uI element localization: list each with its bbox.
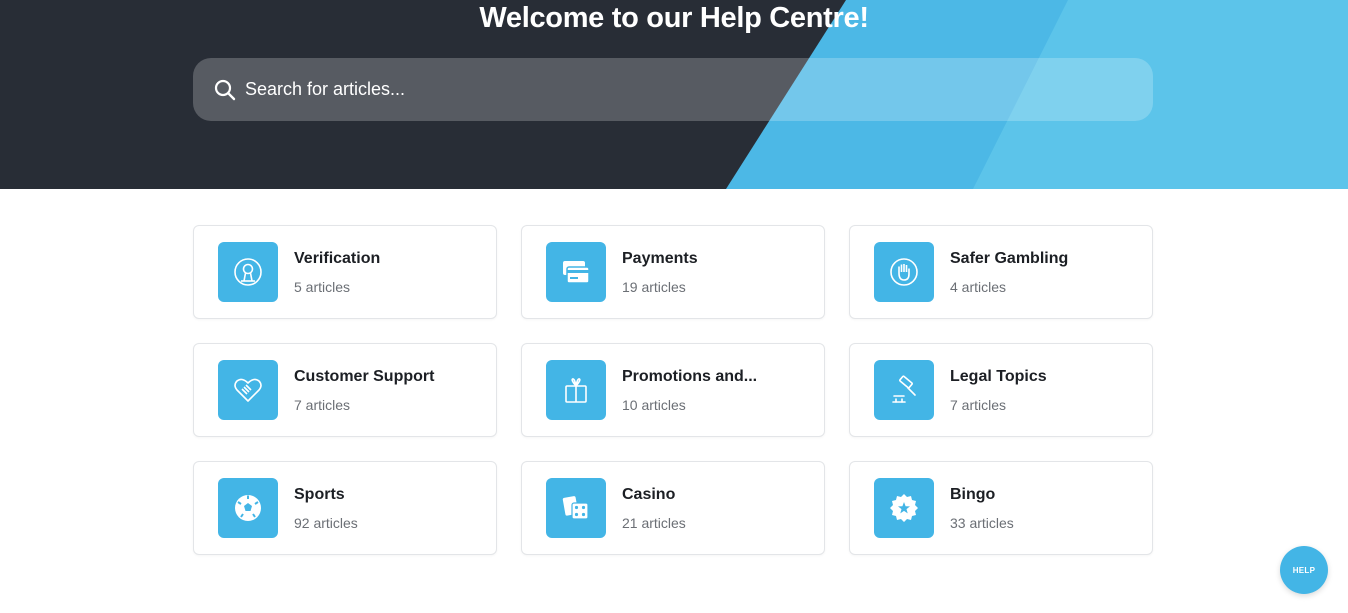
stop-hand-icon xyxy=(874,242,934,302)
category-card-sports[interactable]: Sports 92 articles xyxy=(193,461,497,555)
gavel-icon xyxy=(874,360,934,420)
category-card-promotions[interactable]: Promotions and... 10 articles xyxy=(521,343,825,437)
category-card-customer-support[interactable]: Customer Support 7 articles xyxy=(193,343,497,437)
gift-icon xyxy=(546,360,606,420)
category-grid: Verification 5 articles Payments 19 arti… xyxy=(193,225,1153,555)
article-count: 5 articles xyxy=(294,278,351,295)
search-icon xyxy=(213,78,237,102)
handshake-heart-icon xyxy=(218,360,278,420)
category-title: Safer Gambling xyxy=(950,249,1069,267)
category-card-safer-gambling[interactable]: Safer Gambling 4 articles xyxy=(849,225,1153,319)
category-card-verification[interactable]: Verification 5 articles xyxy=(193,225,497,319)
category-card-bingo[interactable]: Bingo 33 articles xyxy=(849,461,1153,555)
category-card-legal-topics[interactable]: Legal Topics 7 articles xyxy=(849,343,1153,437)
article-count: 4 articles xyxy=(950,278,1007,295)
category-title: Bingo xyxy=(950,485,996,503)
article-count: 92 articles xyxy=(294,514,358,531)
page-title: Welcome to our Help Centre! xyxy=(479,2,869,34)
dice-cards-icon xyxy=(546,478,606,538)
category-title: Customer Support xyxy=(294,367,435,385)
category-card-payments[interactable]: Payments 19 articles xyxy=(521,225,825,319)
category-title: Verification xyxy=(294,249,381,267)
help-launcher-button[interactable]: HELP xyxy=(1280,546,1328,594)
category-title: Payments xyxy=(622,249,698,267)
article-count: 19 articles xyxy=(622,278,686,295)
search-bar[interactable] xyxy=(193,58,1153,121)
article-count: 33 articles xyxy=(950,514,1014,531)
article-count: 7 articles xyxy=(294,396,351,413)
bingo-badge-icon xyxy=(874,478,934,538)
category-title: Promotions and... xyxy=(622,367,758,385)
article-count: 7 articles xyxy=(950,396,1007,413)
hero-header: Welcome to our Help Centre! xyxy=(0,0,1348,189)
id-badge-icon xyxy=(218,242,278,302)
category-title: Casino xyxy=(622,485,676,503)
soccer-ball-icon xyxy=(218,478,278,538)
category-title: Legal Topics xyxy=(950,367,1047,385)
category-card-casino[interactable]: Casino 21 articles xyxy=(521,461,825,555)
article-count: 21 articles xyxy=(622,514,686,531)
search-input[interactable] xyxy=(243,69,1123,110)
credit-card-icon xyxy=(546,242,606,302)
category-title: Sports xyxy=(294,485,345,503)
article-count: 10 articles xyxy=(622,396,686,413)
